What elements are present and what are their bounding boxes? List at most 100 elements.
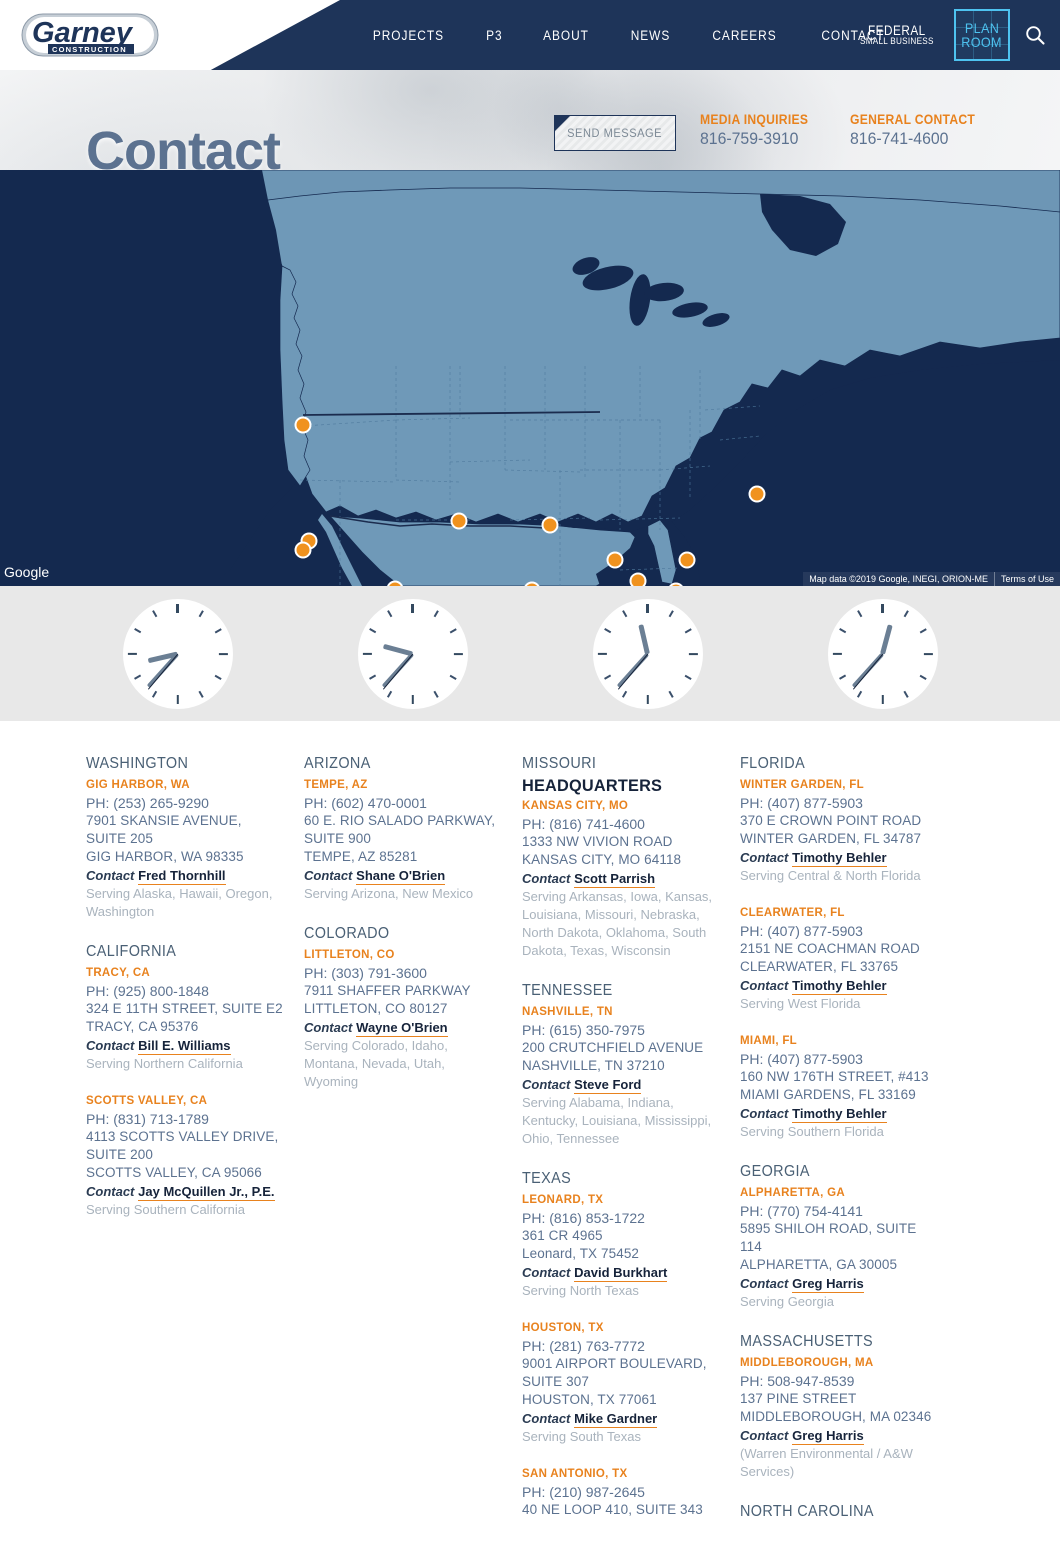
- office-address-line-1: 40 NE LOOP 410, SUITE 343: [522, 1502, 703, 1517]
- contact-person-link[interactable]: Shane O'Brien: [356, 868, 446, 885]
- svg-text:CONSTRUCTION: CONSTRUCTION: [52, 45, 127, 54]
- contact-person-link[interactable]: Steve Ford: [574, 1077, 642, 1094]
- map-graphic: [0, 170, 1060, 586]
- locations-map[interactable]: Google Map data ©2019 Google, INEGI, ORI…: [0, 170, 1060, 586]
- nav-item-projects[interactable]: PROJECTS: [357, 28, 460, 43]
- office-entry: GIG HARBOR, WA PH: (253) 265-9290 7901 SKA…: [86, 779, 284, 921]
- clock-pacific: [122, 598, 233, 709]
- office-phone[interactable]: PH: (615) 350-7975: [522, 1021, 720, 1039]
- office-phone[interactable]: PH: (210) 987-2645: [522, 1483, 720, 1501]
- general-contact-phone[interactable]: 816-741-4600: [850, 129, 979, 149]
- contact-person-link[interactable]: Wayne O'Brien: [356, 1020, 448, 1037]
- office-phone[interactable]: PH: (816) 853-1722: [522, 1209, 720, 1227]
- contact-person-link[interactable]: Timothy Behler: [792, 850, 887, 867]
- map-marker-nashville-tn[interactable]: [606, 551, 624, 569]
- office-serving-area: Serving Southern California: [86, 1202, 245, 1217]
- office-address-line-1: 137 PINE STREET: [740, 1391, 857, 1406]
- send-message-label: SEND MESSAGE: [567, 126, 663, 140]
- nav-item-careers[interactable]: CAREERS: [697, 28, 793, 43]
- contact-person-link[interactable]: Timothy Behler: [792, 978, 887, 995]
- office-address-line-2: SCOTTS VALLEY, CA 95066: [86, 1165, 262, 1180]
- search-icon[interactable]: [1024, 24, 1046, 46]
- office-address-line-2: CLEARWATER, FL 33765: [740, 959, 899, 974]
- office-address-line-1: 5895 SHILOH ROAD, SUITE 114: [740, 1221, 917, 1254]
- office-phone[interactable]: PH: (407) 877-5903: [740, 922, 938, 940]
- map-marker-gig-harbor-wa[interactable]: [294, 416, 312, 434]
- contact-person-link[interactable]: Mike Gardner: [574, 1411, 658, 1428]
- office-serving-area: Serving Southern Florida: [740, 1124, 884, 1139]
- map-terms-of-use-link[interactable]: Terms of Use: [993, 572, 1060, 586]
- media-inquiries-phone[interactable]: 816-759-3910: [700, 129, 812, 149]
- office-address-line-1: 324 E 11TH STREET, SUITE E2: [86, 1001, 283, 1016]
- federal-small-business-link[interactable]: FEDERAL SMALL BUSINESS: [854, 22, 940, 48]
- office-address-line-1: 370 E CROWN POINT ROAD: [740, 813, 922, 828]
- office-entry: TEMPE, AZ PH: (602) 470-0001 60 E. RIO SAL…: [304, 779, 502, 903]
- clock-tick: [648, 652, 698, 655]
- office-city: HOUSTON, TX: [522, 1322, 604, 1334]
- contact-person-link[interactable]: Timothy Behler: [792, 1106, 887, 1123]
- office-city: NASHVILLE, TN: [522, 1006, 613, 1018]
- plan-room-button[interactable]: PLAN ROOM: [954, 9, 1010, 61]
- contact-label: Contact: [522, 1265, 571, 1280]
- media-inquiries-label: MEDIA INQUIRIES: [700, 112, 809, 127]
- office-address-line-2: WINTER GARDEN, FL 34787: [740, 831, 922, 846]
- office-address-line-1: 1333 NW VIVION ROAD: [522, 834, 673, 849]
- garney-logo[interactable]: Garney CONSTRUCTION: [20, 8, 160, 62]
- general-contact-block: GENERAL CONTACT 816-741-4600: [850, 112, 989, 149]
- contact-person-link[interactable]: Greg Harris: [792, 1428, 864, 1445]
- office-phone[interactable]: PH: (281) 763-7772: [522, 1337, 720, 1355]
- map-marker-alpharetta-ga[interactable]: [629, 572, 647, 586]
- contact-person-link[interactable]: Bill E. Williams: [138, 1038, 231, 1055]
- headquarters-label: HEADQUARTERS: [522, 776, 663, 795]
- clock-tick: [176, 654, 179, 704]
- office-serving-area: Serving Georgia: [740, 1294, 834, 1309]
- contact-person-link[interactable]: David Burkhart: [574, 1265, 668, 1282]
- office-phone[interactable]: PH: (770) 754-4141: [740, 1202, 938, 1220]
- clock-second-hand: [852, 653, 884, 690]
- main-navigation[interactable]: PROJECTS P3 ABOUT NEWS CAREERS CONTACT: [350, 0, 907, 70]
- map-marker-middleborough-ma[interactable]: [748, 485, 766, 503]
- nav-item-about[interactable]: ABOUT: [527, 28, 604, 43]
- office-address-line-2: TRACY, CA 95376: [86, 1019, 199, 1034]
- office-phone[interactable]: PH: (816) 741-4600: [522, 815, 720, 833]
- clock-tick: [646, 654, 649, 704]
- office-contact: Contact Shane O'Brien: [304, 868, 502, 885]
- office-address-line-2: MIDDLEBOROUGH, MA 02346: [740, 1409, 932, 1424]
- office-phone[interactable]: PH: 508-947-8539: [740, 1372, 938, 1390]
- office-address-line-1: 60 E. RIO SALADO PARKWAY, SUITE 900: [304, 813, 496, 846]
- map-marker-kansas-city-mo[interactable]: [541, 516, 559, 534]
- state-heading: COLORADO: [304, 925, 390, 942]
- map-marker-littleton-co[interactable]: [450, 512, 468, 530]
- office-phone[interactable]: PH: (253) 265-9290: [86, 794, 284, 812]
- office-phone[interactable]: PH: (602) 470-0001: [304, 794, 502, 812]
- clock-tick: [881, 654, 884, 704]
- nav-item-p3[interactable]: P3: [470, 28, 518, 43]
- office-city: LEONARD, TX: [522, 1194, 604, 1206]
- site-header: Garney CONSTRUCTION PROJECTS P3 ABOUT NE…: [0, 0, 1060, 70]
- office-city: LITTLETON, CO: [304, 949, 395, 961]
- contact-person-link[interactable]: Scott Parrish: [574, 871, 656, 888]
- office-serving-area: Serving Arizona, New Mexico: [304, 886, 474, 901]
- nav-item-news[interactable]: NEWS: [614, 28, 685, 43]
- contact-person-link[interactable]: Greg Harris: [792, 1276, 864, 1293]
- small-business-label: SMALL BUSINESS: [860, 36, 935, 48]
- office-phone[interactable]: PH: (925) 800-1848: [86, 982, 284, 1000]
- office-phone[interactable]: PH: (407) 877-5903: [740, 1050, 938, 1068]
- send-message-button[interactable]: SEND MESSAGE: [554, 115, 676, 151]
- office-phone[interactable]: PH: (407) 877-5903: [740, 794, 938, 812]
- map-marker-carolina-east[interactable]: [678, 551, 696, 569]
- office-contact: Contact Greg Harris: [740, 1428, 938, 1445]
- contact-person-link[interactable]: Fred Thornhill: [138, 868, 226, 885]
- office-contact: Contact Jay McQuillen Jr., P.E.: [86, 1184, 284, 1201]
- contact-person-link[interactable]: Jay McQuillen Jr., P.E.: [138, 1184, 275, 1201]
- office-column-3: MISSOURI HEADQUARTERS KANSAS CITY, MO PH: (…: [522, 755, 740, 1541]
- timezone-clocks: [0, 586, 1060, 721]
- clock-tick: [411, 603, 414, 654]
- office-phone[interactable]: PH: (303) 791-3600: [304, 964, 502, 982]
- office-address-line-1: 7901 SKANSIE AVENUE, SUITE 205: [86, 813, 242, 846]
- state-heading: TENNESSEE: [522, 982, 613, 999]
- office-address-line-1: 200 CRUTCHFIELD AVENUE: [522, 1040, 704, 1055]
- office-serving-area: Serving Alaska, Hawaii, Oregon, Washingt…: [86, 886, 273, 919]
- map-marker-scotts-valley-ca[interactable]: [294, 541, 312, 559]
- office-phone[interactable]: PH: (831) 713-1789: [86, 1110, 284, 1128]
